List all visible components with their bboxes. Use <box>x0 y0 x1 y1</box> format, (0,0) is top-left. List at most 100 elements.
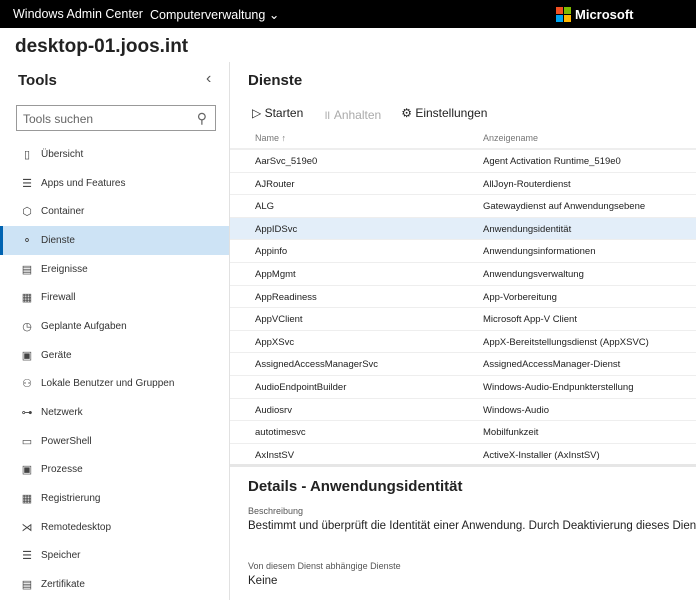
sidebar-item-label: Container <box>41 206 85 218</box>
service-name: AudioEndpointBuilder <box>255 381 347 393</box>
table-row[interactable]: AppIDSvc Anwendungsidentität <box>230 217 696 241</box>
sidebar-item-label: Prozesse <box>41 464 83 476</box>
play-icon: ▷ <box>252 106 262 120</box>
service-display-name: Windows-Audio-Endpunkterstellung <box>483 381 634 393</box>
start-button[interactable]: ▷ Starten <box>252 106 303 123</box>
sidebar-item-prozesse[interactable]: ▣ Prozesse <box>0 456 229 485</box>
search-icon[interactable]: ⚲ <box>197 110 207 127</box>
sidebar-item-label: Registrierung <box>41 493 101 505</box>
service-name: AarSvc_519e0 <box>255 156 318 167</box>
gear-icon: ⚙ <box>401 106 412 120</box>
column-header-name[interactable]: Name ↑ <box>255 133 286 143</box>
settings-button[interactable]: ⚙ Einstellungen <box>401 106 487 123</box>
sidebar-item-zertifikate[interactable]: ▤ Zertifikate <box>0 570 229 599</box>
service-display-name: App-Vorbereitung <box>483 291 557 303</box>
dependents-value: Keine <box>248 575 278 587</box>
service-display-name: AppX-Bereitstellungsdienst (AppXSVC) <box>483 336 649 348</box>
context-label: Computerverwaltung <box>150 8 266 22</box>
certificate-icon: ▤ <box>21 579 33 592</box>
service-display-name: Windows-Audio <box>483 404 549 416</box>
service-name: AssignedAccessManagerSvc <box>255 359 379 371</box>
pause-icon: ॥ <box>323 108 331 122</box>
sidebar-item-label: Speicher <box>41 550 81 562</box>
service-display-name: Anwendungsidentität <box>483 223 572 235</box>
sidebar-item-registrierung[interactable]: ▦ Registrierung <box>0 484 229 513</box>
table-row[interactable]: AppReadiness App-Vorbereitung <box>230 286 696 309</box>
table-row[interactable]: AppXSvc AppX-Bereitstellungsdienst (AppXS… <box>230 331 696 354</box>
microsoft-brand: Microsoft <box>556 7 634 22</box>
sidebar-item-apps-und-features[interactable]: ☰ Apps und Features <box>0 169 229 198</box>
collapse-chevron-icon[interactable]: ‹ <box>206 70 211 88</box>
service-name: AppMgmt <box>255 268 296 280</box>
list-icon: ☰ <box>22 177 32 190</box>
table-row[interactable]: ALG Gatewaydienst auf Anwendungsebene <box>230 195 696 218</box>
service-display-name: Anwendungsverwaltung <box>483 268 584 280</box>
description-text: Bestimmt und überprüft die Identität ein… <box>248 520 696 532</box>
table-header: Name ↑ Anzeigename <box>230 130 696 150</box>
table-row[interactable]: AppMgmt Anwendungsverwaltung <box>230 263 696 286</box>
toolbar: ▷ Starten ॥ Anhalten ⚙ Einstellungen <box>252 106 487 123</box>
microsoft-logo-icon <box>556 7 571 22</box>
sidebar-item-container[interactable]: ⬡ Container <box>0 197 229 226</box>
table-row[interactable]: AppVClient Microsoft App-V Client <box>230 308 696 331</box>
services-table: Name ↑ Anzeigename AarSvc_519e0 Agent Act… <box>230 130 696 467</box>
service-display-name: Gatewaydienst auf Anwendungsebene <box>483 201 646 213</box>
table-row[interactable]: Appinfo Anwendungsinformationen <box>230 240 696 263</box>
sidebar-item-label: Lokale Benutzer und Gruppen <box>41 378 175 390</box>
table-row[interactable]: Audiosrv Windows-Audio <box>230 399 696 422</box>
sidebar-item-label: Remotedesktop <box>41 521 112 533</box>
devices-icon: ▣ <box>21 349 33 362</box>
service-name: AppXSvc <box>255 336 295 348</box>
service-name: AppReadiness <box>255 291 317 303</box>
sidebar-item-label: Firewall <box>41 292 76 304</box>
tools-heading: Tools <box>18 72 57 89</box>
table-row[interactable]: autotimesvc Mobilfunkzeit <box>230 421 696 444</box>
sidebar-item-powershell[interactable]: ▭ PowerShell <box>0 427 229 456</box>
service-name: AxInstSV <box>255 449 295 461</box>
registry-icon: ▦ <box>21 493 33 506</box>
app-title[interactable]: Windows Admin Center <box>13 7 143 21</box>
table-row[interactable]: AJRouter AllJoyn-Routerdienst <box>230 173 696 196</box>
service-name: autotimesvc <box>255 427 306 439</box>
service-display-name: Mobilfunkzeit <box>483 427 539 439</box>
users-icon: ⚇ <box>22 378 32 391</box>
sidebar-item--bersicht[interactable]: ▯ Übersicht <box>0 140 229 169</box>
details-title: Details - Anwendungsidentität <box>248 478 463 495</box>
host-title: desktop-01.joos.int <box>15 36 189 57</box>
sidebar-item-firewall[interactable]: ▦ Firewall <box>0 283 229 312</box>
table-scroll-edge <box>230 464 696 467</box>
pause-button[interactable]: ॥ Anhalten <box>323 106 381 123</box>
process-icon: ▣ <box>21 464 33 477</box>
service-display-name: AllJoyn-Routerdienst <box>483 178 571 190</box>
service-name: AppIDSvc <box>255 223 298 235</box>
service-display-name: AssignedAccessManager-Dienst <box>483 359 621 371</box>
context-switcher[interactable]: Computerverwaltung ⌄ <box>150 7 279 22</box>
table-row[interactable]: AxInstSV ActiveX-Installer (AxInstSV) <box>230 444 696 467</box>
calendar-icon: ◷ <box>22 320 32 333</box>
start-label: Starten <box>264 106 304 120</box>
chevron-down-icon: ⌄ <box>268 8 280 22</box>
sidebar-item-lokale-benutzer-und-gruppen[interactable]: ⚇ Lokale Benutzer und Gruppen <box>0 370 229 399</box>
description-label: Beschreibung <box>248 506 304 516</box>
sidebar-item-ger-te[interactable]: ▣ Geräte <box>0 341 229 370</box>
sidebar-item-label: Netzwerk <box>41 407 83 419</box>
sidebar-item-label: Ereignisse <box>41 263 88 275</box>
service-display-name: ActiveX-Installer (AxInstSV) <box>483 449 600 461</box>
table-row[interactable]: AudioEndpointBuilder Windows-Audio-Endpun… <box>230 376 696 399</box>
sidebar-item-label: Übersicht <box>41 148 84 160</box>
table-row[interactable]: AarSvc_519e0 Agent Activation Runtime_519… <box>230 150 696 173</box>
sidebar-item-remotedesktop[interactable]: ⋊ Remotedesktop <box>0 513 229 542</box>
tools-search-input[interactable]: Tools suchen ⚲ <box>16 105 216 131</box>
top-bar: Windows Admin Center Computerverwaltung … <box>0 0 696 28</box>
sidebar-item-dienste[interactable]: ⚬ Dienste <box>0 226 229 255</box>
service-name: AppVClient <box>255 314 303 326</box>
services-icon: ⚬ <box>22 234 32 247</box>
sidebar-item-ereignisse[interactable]: ▤ Ereignisse <box>0 255 229 284</box>
sidebar-item-speicher[interactable]: ☰ Speicher <box>0 542 229 571</box>
service-display-name: Microsoft App-V Client <box>483 314 577 326</box>
table-row[interactable]: AssignedAccessManagerSvc AssignedAccessMa… <box>230 353 696 376</box>
service-name: AJRouter <box>255 178 295 190</box>
sidebar-item-netzwerk[interactable]: ⊶ Netzwerk <box>0 398 229 427</box>
sidebar-item-geplante-aufgaben[interactable]: ◷ Geplante Aufgaben <box>0 312 229 341</box>
column-header-display-name[interactable]: Anzeigename <box>483 133 538 143</box>
